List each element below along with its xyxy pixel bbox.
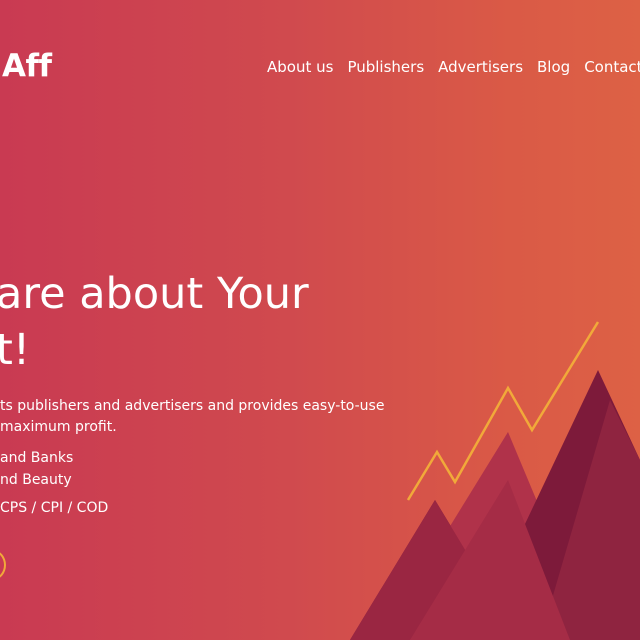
main-nav: About us Publishers Advertisers Blog Con… xyxy=(267,58,640,76)
nav-contact[interactable]: Contact xyxy=(584,58,640,76)
hero-headline-line1: are about Your xyxy=(0,269,309,319)
nav-publishers[interactable]: Publishers xyxy=(347,58,424,76)
mountains-illustration xyxy=(350,321,640,640)
nav-advertisers[interactable]: Advertisers xyxy=(438,58,523,76)
nav-blog[interactable]: Blog xyxy=(537,58,570,76)
hero-description-line1: ts publishers and advertisers and provid… xyxy=(0,398,385,414)
hero-description: ts publishers and advertisers and provid… xyxy=(0,396,384,438)
feature-item: nd Beauty xyxy=(0,472,72,488)
feature-list: and Banks nd Beauty CPS / CPI / COD xyxy=(0,447,108,519)
cta-button[interactable] xyxy=(0,550,6,580)
hero-headline-line2: t! xyxy=(0,325,31,375)
hero-headline: are about Your t! xyxy=(0,266,309,378)
feature-item: and Banks xyxy=(0,450,74,466)
brand-logo[interactable]: Aff xyxy=(2,48,52,84)
hero-description-line2: maximum profit. xyxy=(0,419,117,435)
feature-item-models: CPS / CPI / COD xyxy=(0,500,109,516)
nav-about-us[interactable]: About us xyxy=(267,58,333,76)
